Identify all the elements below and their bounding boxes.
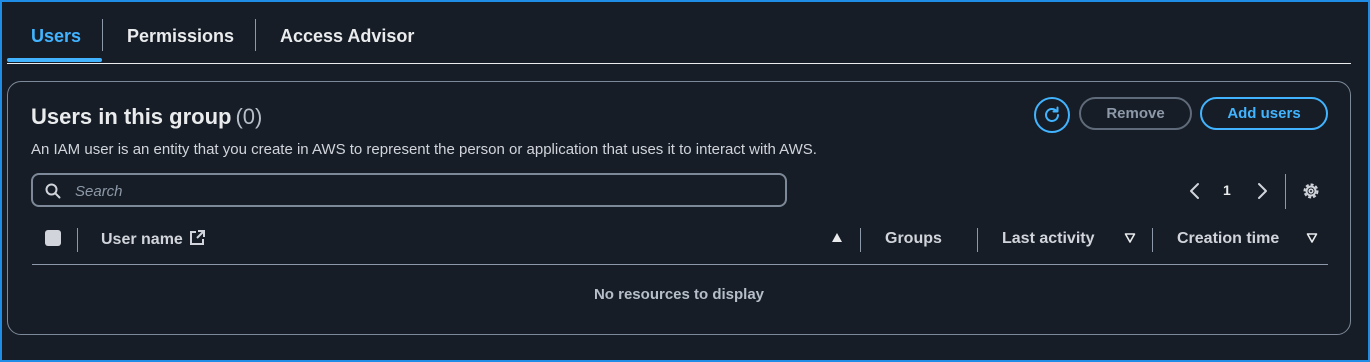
sort-descending-icon[interactable]	[1124, 232, 1136, 244]
tab-access-advisor[interactable]: Access Advisor	[280, 16, 414, 60]
gear-icon[interactable]	[1301, 181, 1321, 201]
sort-descending-icon[interactable]	[1306, 232, 1318, 244]
search-input[interactable]	[73, 175, 777, 207]
column-header-user-name[interactable]: User name	[101, 230, 206, 249]
users-in-group-panel: Users in this group (0) An IAM user is an…	[7, 81, 1351, 335]
column-header-label: User name	[101, 231, 183, 248]
column-header-last-activity[interactable]: Last activity	[1002, 230, 1094, 248]
empty-state-message: No resources to display	[593, 286, 765, 303]
panel-title: Users in this group (0)	[31, 104, 262, 130]
column-divider	[977, 228, 978, 252]
active-tab-indicator	[7, 58, 102, 62]
refresh-button[interactable]	[1034, 97, 1070, 133]
column-header-creation-time[interactable]: Creation time	[1177, 230, 1279, 248]
panel-title-text: Users in this group	[31, 104, 232, 129]
column-divider	[860, 228, 861, 252]
panel-description: An IAM user is an entity that you create…	[31, 141, 817, 158]
sort-ascending-icon[interactable]	[831, 232, 843, 244]
column-header-groups[interactable]: Groups	[885, 230, 942, 248]
add-users-button[interactable]: Add users	[1200, 97, 1328, 130]
table-header: User name Groups Last activity Creation …	[32, 226, 1328, 265]
column-divider	[77, 228, 78, 252]
pagination-divider	[1285, 174, 1286, 209]
tab-bar: Users Permissions Access Advisor	[7, 16, 1351, 64]
tab-users[interactable]: Users	[31, 16, 81, 60]
tab-divider	[255, 19, 256, 51]
remove-button[interactable]: Remove	[1079, 97, 1192, 130]
chevron-right-icon[interactable]	[1255, 180, 1269, 202]
refresh-icon	[1045, 106, 1059, 122]
external-link-icon	[190, 230, 206, 245]
select-all-checkbox[interactable]	[45, 230, 61, 246]
column-divider	[1152, 228, 1153, 252]
search-icon	[45, 183, 61, 199]
search-box[interactable]	[31, 173, 787, 207]
chevron-left-icon[interactable]	[1188, 180, 1202, 202]
window-frame: Users Permissions Access Advisor Users i…	[0, 0, 1370, 362]
current-page-number[interactable]: 1	[1223, 182, 1231, 198]
tab-permissions[interactable]: Permissions	[127, 16, 234, 60]
tab-divider	[102, 19, 103, 51]
panel-title-count: (0)	[235, 104, 263, 129]
